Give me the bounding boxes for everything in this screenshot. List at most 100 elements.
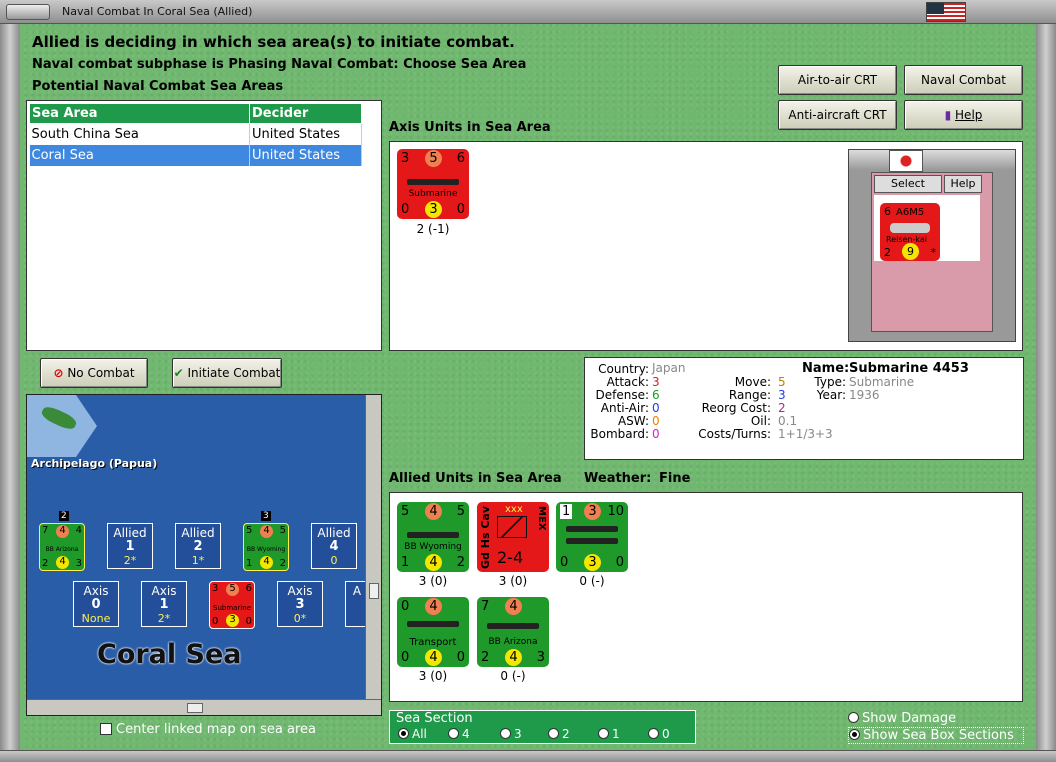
allied-counter-cavalry[interactable]: Gd Hs Cav xxx MEX 2-4 [477, 502, 549, 572]
sea-section-option-4[interactable]: 4 [448, 727, 470, 741]
initiate-combat-button[interactable]: ✔ Initiate Combat [172, 358, 282, 388]
no-combat-button[interactable]: ⊘ No Combat [40, 358, 148, 388]
ship-icon [566, 538, 618, 544]
map-counter-bb-arizona[interactable]: 7 4 4 BB Arizona 2 4 3 [39, 523, 85, 571]
radio-icon[interactable] [448, 728, 459, 739]
sea-section-legend: Sea Section [396, 711, 473, 726]
decider-cell[interactable]: United States [249, 144, 362, 166]
show-sections-label: Show Sea Box Sections [863, 728, 1014, 743]
radio-icon[interactable] [598, 728, 609, 739]
counter-aa: 0 [560, 555, 569, 570]
column-header-decider[interactable]: Decider [249, 103, 362, 124]
sea-box-value: 0* [293, 612, 307, 625]
aircraft-counter[interactable]: 6 A6M5 Reisen-kai 2 9 * [880, 203, 940, 261]
antiair-label: Anti-Air: [600, 401, 649, 415]
linked-map[interactable]: Archipelago (Papua) 7 4 4 BB Arizona 2 4… [26, 394, 382, 716]
japan-flag-icon [889, 150, 923, 172]
show-damage-label: Show Damage [862, 711, 957, 726]
axis-units-heading: Axis Units in Sea Area [389, 120, 551, 135]
radio-icon[interactable] [548, 728, 559, 739]
initiate-combat-label: Initiate Combat [187, 366, 281, 380]
air-to-air-crt-button[interactable]: Air-to-air CRT [778, 65, 897, 95]
map-vertical-scrollbar[interactable] [365, 395, 381, 701]
sea-section-option-2[interactable]: 2 [548, 727, 570, 741]
sea-box-side: Allied [113, 526, 147, 540]
bombard-label: Bombard: [590, 427, 649, 441]
help-button[interactable]: ▮ Help [904, 100, 1023, 130]
map-horizontal-scrollbar[interactable] [27, 699, 381, 715]
year-value: 1936 [849, 388, 880, 402]
table-row[interactable]: South China Sea United States [29, 123, 362, 145]
option-label: 4 [462, 727, 470, 741]
counter-flag: * [930, 246, 937, 259]
unit-name-value: Submarine 4453 [849, 361, 969, 376]
radio-icon[interactable] [648, 728, 659, 739]
column-header-sea-area[interactable]: Sea Area [29, 103, 250, 124]
horizontal-scroll-thumb[interactable] [187, 703, 203, 713]
sea-box-allied-4[interactable]: Allied 4 0 [311, 523, 357, 569]
show-sections-option[interactable]: Show Sea Box Sections [848, 727, 1024, 744]
counter-move: 4 [425, 598, 442, 615]
allied-counter-fleet[interactable]: 1 3 10 0 3 0 [556, 502, 628, 572]
type-label: Type: [814, 375, 846, 389]
sea-box-value: 2* [157, 612, 171, 625]
radio-icon[interactable] [848, 712, 859, 723]
counter-range: 3 [226, 614, 239, 627]
costs-label: Costs/Turns: [698, 427, 771, 441]
allied-counter-transport[interactable]: 0 4 Transport 0 4 0 [397, 597, 469, 667]
counter-aa: 0 [212, 616, 219, 627]
sea-area-cell[interactable]: South China Sea [29, 123, 250, 145]
mini-select-button[interactable]: Select [874, 175, 942, 193]
title-bar[interactable]: Naval Combat In Coral Sea (Allied) [0, 0, 1056, 24]
counter-range: 3 [584, 554, 601, 571]
table-row[interactable]: Coral Sea United States [29, 144, 362, 166]
radio-icon[interactable] [398, 728, 409, 739]
naval-combat-chart-button[interactable]: Naval Combat Chart [904, 65, 1023, 115]
attack-value: 3 [652, 375, 660, 389]
sea-section-option-1[interactable]: 1 [598, 727, 620, 741]
mini-help-button[interactable]: Help [944, 175, 982, 193]
sea-box-axis-3[interactable]: Axis 3 0* [277, 581, 323, 627]
sea-box-allied-1[interactable]: Allied 1 2* [107, 523, 153, 569]
center-map-checkbox[interactable] [100, 723, 112, 735]
axis-units-panel: 3 5 6 Submarine 0 3 0 2 (-1) Select Help… [389, 141, 1023, 351]
counter-move: 4 [505, 598, 522, 615]
sea-box-number: 0 [91, 597, 101, 612]
sea-section-option-0[interactable]: 0 [648, 727, 670, 741]
anti-aircraft-crt-button[interactable]: Anti-aircraft CRT [778, 100, 897, 130]
mini-window-titlebar[interactable] [849, 150, 1015, 170]
allied-counter-bb-arizona[interactable]: 7 4 BB Arizona 2 4 3 [477, 597, 549, 667]
sea-box-number: 2 [193, 539, 203, 554]
sea-box-axis-1[interactable]: Axis 1 2* [141, 581, 187, 627]
sea-area-cell[interactable]: Coral Sea [29, 144, 250, 166]
vertical-scroll-thumb[interactable] [369, 583, 379, 599]
sea-box-allied-2[interactable]: Allied 2 1* [175, 523, 221, 569]
decider-cell[interactable]: United States [249, 123, 362, 145]
show-damage-option[interactable]: Show Damage [848, 711, 956, 726]
counter-caption: 0 (-) [500, 669, 526, 683]
map-counter-submarine[interactable]: 3 5 6 Submarine 0 3 0 [209, 581, 255, 629]
counter-defense: 6 [245, 583, 252, 594]
sea-box-value: None [81, 612, 111, 625]
range-label: Range: [728, 388, 771, 402]
counter-size: xxx [505, 504, 523, 515]
counter-range: 4 [505, 649, 522, 666]
axis-submarine-counter[interactable]: 3 5 6 Submarine 0 3 0 [397, 149, 469, 219]
submarine-icon [407, 179, 459, 185]
move-value: 5 [778, 375, 786, 389]
sea-section-option-3[interactable]: 3 [500, 727, 522, 741]
allied-counter-bb-wyoming[interactable]: 5 4 5 BB Wyoming 1 4 2 [397, 502, 469, 572]
map-counter-bb-wyoming[interactable]: 5 4 5 BB Wyoming 1 4 2 [243, 523, 289, 571]
sea-section-option-all[interactable]: All [398, 727, 427, 741]
asw-label: ASW: [617, 414, 649, 428]
counter-move: 3 [584, 503, 601, 520]
sea-box-axis-0[interactable]: Axis 0 None [73, 581, 119, 627]
center-map-option[interactable]: Center linked map on sea area [100, 722, 316, 737]
radio-icon[interactable] [500, 728, 511, 739]
radio-icon[interactable] [849, 729, 860, 740]
window-grip-icon[interactable] [6, 4, 50, 20]
allied-units-heading: Allied Units in Sea Area [389, 471, 562, 486]
transport-icon [407, 621, 459, 627]
counter-attack: 1 [560, 504, 573, 519]
battleship-icon [407, 532, 459, 538]
